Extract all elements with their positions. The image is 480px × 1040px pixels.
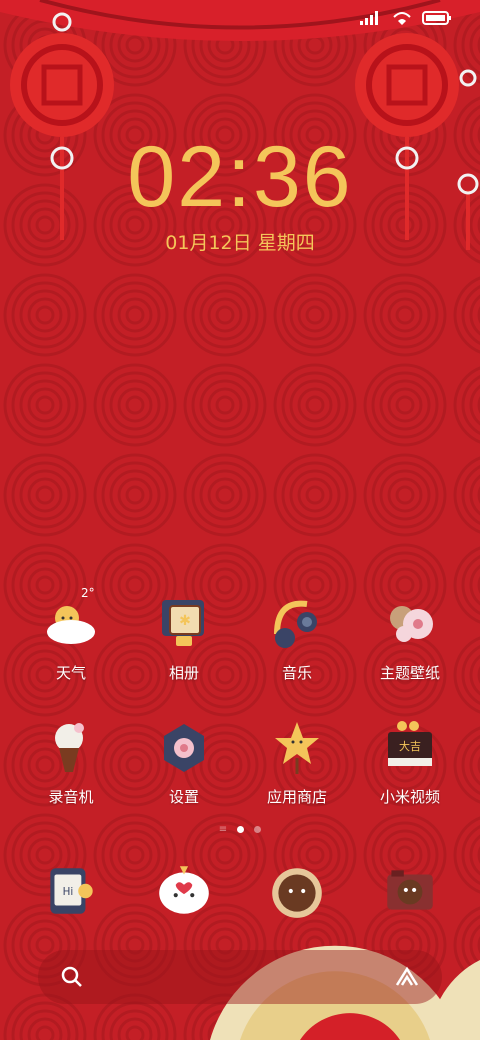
app-label: 主题壁纸 bbox=[379, 664, 440, 682]
dock-messages[interactable] bbox=[128, 860, 240, 922]
search-icon bbox=[61, 966, 82, 987]
lockscreen-date[interactable]: 01月12日 星期四 bbox=[0, 228, 480, 255]
page-menu-icon: ≡ bbox=[218, 824, 228, 835]
music-icon bbox=[274, 600, 317, 648]
phone-icon: Hi bbox=[50, 868, 93, 914]
app-store[interactable]: 应用商店 bbox=[241, 718, 353, 807]
app-label: 应用商店 bbox=[266, 788, 327, 806]
status-bar bbox=[360, 10, 452, 26]
app-label: 小米视频 bbox=[379, 788, 440, 806]
wifi-icon bbox=[393, 12, 411, 25]
app-label: 音乐 bbox=[281, 664, 312, 682]
app-settings[interactable]: 设置 bbox=[128, 718, 240, 807]
battery-icon bbox=[422, 11, 451, 25]
svg-text:✱: ✱ bbox=[179, 613, 191, 629]
weather-icon bbox=[47, 606, 95, 644]
svg-text:Hi: Hi bbox=[63, 886, 74, 898]
app-label: 相册 bbox=[168, 664, 199, 682]
app-label: 录音机 bbox=[48, 788, 94, 806]
camera-icon bbox=[387, 870, 433, 910]
assistant-icon[interactable] bbox=[394, 965, 420, 989]
app-music[interactable]: 音乐 bbox=[241, 594, 353, 683]
dock-browser[interactable] bbox=[241, 860, 353, 922]
app-weather[interactable]: 2° 天气 bbox=[15, 586, 127, 683]
app-recorder[interactable]: 录音机 bbox=[15, 718, 127, 807]
recorder-icon bbox=[55, 723, 84, 772]
page-dot bbox=[254, 826, 262, 833]
search-bar[interactable] bbox=[38, 950, 442, 1004]
signal-icon bbox=[360, 11, 378, 25]
weather-temperature: 2° bbox=[81, 586, 95, 600]
app-themes[interactable]: 主题壁纸 bbox=[354, 594, 466, 683]
app-gallery[interactable]: ✱ 相册 bbox=[128, 594, 240, 683]
app-store-icon bbox=[275, 722, 319, 774]
video-icon: 大吉 bbox=[388, 721, 432, 766]
dock-phone[interactable]: Hi bbox=[15, 860, 127, 922]
messages-icon bbox=[159, 866, 209, 914]
page-dot-active bbox=[237, 826, 245, 833]
lockscreen-clock[interactable]: 02:36 bbox=[0, 128, 480, 227]
themes-icon bbox=[390, 606, 433, 642]
app-label: 设置 bbox=[168, 788, 199, 806]
app-label: 天气 bbox=[55, 664, 86, 682]
app-video[interactable]: 大吉 小米视频 bbox=[354, 718, 466, 807]
settings-icon bbox=[164, 724, 204, 772]
dock-camera[interactable] bbox=[354, 860, 466, 922]
browser-icon bbox=[272, 868, 322, 918]
gallery-icon: ✱ bbox=[162, 600, 204, 646]
svg-text:大吉: 大吉 bbox=[399, 739, 421, 753]
page-indicator[interactable]: ≡ bbox=[0, 824, 480, 835]
